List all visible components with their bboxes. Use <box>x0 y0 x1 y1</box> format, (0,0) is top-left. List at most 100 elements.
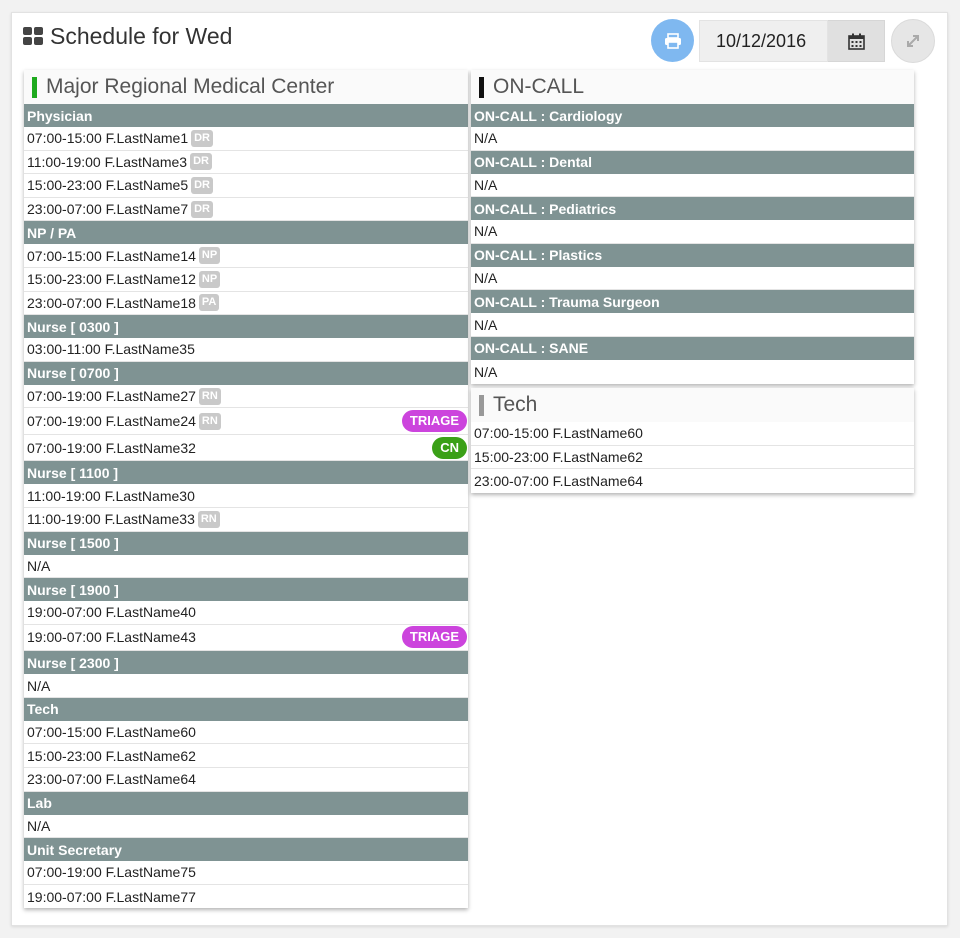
page-title-text: Schedule for Wed <box>50 22 233 49</box>
tech-list: 07:00-15:00 F.LastName60 15:00-23:00 F.La… <box>471 422 914 493</box>
calendar-button[interactable] <box>828 20 885 62</box>
section-header: Nurse [ 2300 ] <box>24 651 468 675</box>
section-header: Lab <box>24 791 468 815</box>
shift-text: 19:00-07:00 F.LastName77 <box>27 888 196 905</box>
section-header: ON-CALL : Dental <box>471 150 914 174</box>
shift-text: 19:00-07:00 F.LastName40 <box>27 604 196 621</box>
shift-text: N/A <box>27 817 51 834</box>
page-title: Schedule for Wed <box>23 22 232 50</box>
schedule-row: N/A <box>471 127 914 151</box>
shift-text: N/A <box>474 316 498 333</box>
schedule-row: 23:00-07:00 F.LastName64 <box>471 469 914 493</box>
schedule-row: N/A <box>471 360 914 384</box>
role-tag: DR <box>191 200 213 218</box>
expand-button[interactable] <box>891 19 935 63</box>
schedule-row: N/A <box>471 313 914 337</box>
schedule-row: 07:00-19:00 F.LastName24 RN TRIAGE <box>24 408 468 435</box>
oncall-panel: ON-CALL ON-CALL : Cardiology N/A ON-CALL :… <box>471 70 914 384</box>
section-header: Nurse [ 0700 ] <box>24 361 468 385</box>
schedule-row: N/A <box>24 555 468 579</box>
schedule-row: 07:00-19:00 F.LastName27 RN <box>24 385 468 409</box>
role-tag: PA <box>198 294 220 312</box>
facility-schedule-list: Physician 07:00-15:00 F.LastName1 DR 11:00-… <box>24 104 468 908</box>
schedule-row: 07:00-15:00 F.LastName60 <box>24 721 468 745</box>
print-icon <box>664 32 681 49</box>
role-tag: DR <box>191 129 213 147</box>
triage-badge: TRIAGE <box>401 410 467 433</box>
schedule-row: N/A <box>471 220 914 244</box>
shift-text: 11:00-19:00 F.LastName33 <box>27 511 195 528</box>
schedule-row: N/A <box>471 267 914 291</box>
schedule-row: 19:00-07:00 F.LastName77 <box>24 885 468 909</box>
shift-text: 23:00-07:00 F.LastName7 <box>27 201 189 218</box>
schedule-row: 23:00-07:00 F.LastName18 PA <box>24 292 468 316</box>
schedule-row: 11:00-19:00 F.LastName33 RN <box>24 508 468 532</box>
section-header: Nurse [ 1100 ] <box>24 461 468 485</box>
oncall-panel-title-text: ON-CALL <box>493 75 585 98</box>
shift-text: 07:00-15:00 F.LastName14 <box>27 247 196 264</box>
role-tag: DR <box>190 153 212 171</box>
section-header: Unit Secretary <box>24 838 468 862</box>
schedule-row: N/A <box>24 815 468 839</box>
shift-text: N/A <box>474 130 498 147</box>
schedule-row: 15:00-23:00 F.LastName5 DR <box>24 174 468 198</box>
schedule-row: 07:00-19:00 F.LastName32 CN <box>24 435 468 462</box>
tech-panel-title-text: Tech <box>493 393 538 416</box>
tech-panel-title: Tech <box>471 388 914 422</box>
schedule-row: 07:00-15:00 F.LastName1 DR <box>24 127 468 151</box>
role-tag: NP <box>198 270 221 288</box>
section-header: ON-CALL : Plastics <box>471 243 914 267</box>
expand-icon <box>907 35 919 47</box>
shift-text: 07:00-19:00 F.LastName24 <box>27 413 196 430</box>
print-button[interactable] <box>651 19 694 62</box>
schedule-row: 19:00-07:00 F.LastName40 <box>24 601 468 625</box>
date-picker <box>699 20 885 62</box>
schedule-row: 11:00-19:00 F.LastName3 DR <box>24 151 468 175</box>
schedule-row: 07:00-19:00 F.LastName75 <box>24 861 468 885</box>
shift-text: 23:00-07:00 F.LastName64 <box>27 771 196 788</box>
section-header: Tech <box>24 697 468 721</box>
shift-text: 03:00-11:00 F.LastName35 <box>27 341 195 358</box>
shift-text: 07:00-15:00 F.LastName60 <box>27 724 196 741</box>
shift-text: 11:00-19:00 F.LastName30 <box>27 487 195 504</box>
cn-badge: CN <box>432 436 467 459</box>
shift-text: 15:00-23:00 F.LastName5 <box>27 177 189 194</box>
triage-badge: TRIAGE <box>401 626 467 649</box>
shift-text: N/A <box>27 677 51 694</box>
section-header: Nurse [ 1500 ] <box>24 531 468 555</box>
schedule-row: 15:00-23:00 F.LastName62 <box>24 744 468 768</box>
schedule-row: N/A <box>471 174 914 198</box>
facility-panel-title-text: Major Regional Medical Center <box>46 75 335 98</box>
section-header: ON-CALL : Trauma Surgeon <box>471 290 914 314</box>
schedule-row: 11:00-19:00 F.LastName30 <box>24 484 468 508</box>
shift-text: 07:00-19:00 F.LastName75 <box>27 864 196 881</box>
accent-bar <box>479 394 484 416</box>
accent-bar <box>479 76 484 98</box>
role-tag: RN <box>197 510 220 528</box>
shift-text: N/A <box>474 363 498 380</box>
role-tag: RN <box>198 412 221 430</box>
schedule-row: 19:00-07:00 F.LastName43 TRIAGE <box>24 625 468 652</box>
facility-panel-title: Major Regional Medical Center <box>24 70 468 104</box>
calendar-icon <box>847 33 865 50</box>
schedule-row: 23:00-07:00 F.LastName64 <box>24 768 468 792</box>
shift-text: N/A <box>27 557 51 574</box>
section-header: NP / PA <box>24 221 468 245</box>
shift-text: N/A <box>474 176 498 193</box>
shift-text: 19:00-07:00 F.LastName43 <box>27 629 196 646</box>
schedule-row: 07:00-15:00 F.LastName60 <box>471 422 914 446</box>
grid-icon <box>23 27 43 45</box>
shift-text: N/A <box>474 223 498 240</box>
date-input[interactable] <box>699 20 828 62</box>
schedule-row: N/A <box>24 674 468 698</box>
shift-text: N/A <box>474 270 498 287</box>
shift-text: 07:00-15:00 F.LastName60 <box>474 425 643 442</box>
schedule-row: 15:00-23:00 F.LastName12 NP <box>24 268 468 292</box>
shift-text: 15:00-23:00 F.LastName12 <box>27 271 196 288</box>
shift-text: 07:00-15:00 F.LastName1 <box>27 130 189 147</box>
section-header: ON-CALL : Pediatrics <box>471 197 914 221</box>
section-header: Physician <box>24 104 468 127</box>
section-header: ON-CALL : SANE <box>471 336 914 360</box>
role-tag: NP <box>198 247 221 265</box>
shift-text: 23:00-07:00 F.LastName64 <box>474 472 643 489</box>
